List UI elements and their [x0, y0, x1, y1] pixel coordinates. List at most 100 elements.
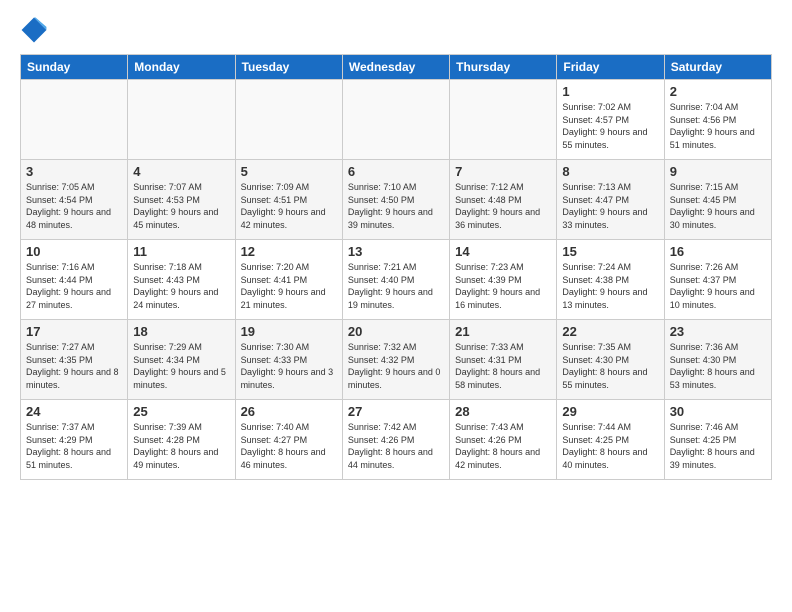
day-number: 27: [348, 404, 444, 419]
day-header-tuesday: Tuesday: [235, 55, 342, 80]
day-info: Sunrise: 7:21 AM Sunset: 4:40 PM Dayligh…: [348, 261, 444, 311]
day-number: 10: [26, 244, 122, 259]
calendar-cell: 7 Sunrise: 7:12 AM Sunset: 4:48 PM Daylig…: [450, 160, 557, 240]
day-number: 17: [26, 324, 122, 339]
calendar-cell: 16 Sunrise: 7:26 AM Sunset: 4:37 PM Dayli…: [664, 240, 771, 320]
calendar-cell: [235, 80, 342, 160]
day-number: 26: [241, 404, 337, 419]
day-header-sunday: Sunday: [21, 55, 128, 80]
day-header-thursday: Thursday: [450, 55, 557, 80]
day-info: Sunrise: 7:42 AM Sunset: 4:26 PM Dayligh…: [348, 421, 444, 471]
day-info: Sunrise: 7:32 AM Sunset: 4:32 PM Dayligh…: [348, 341, 444, 391]
day-number: 12: [241, 244, 337, 259]
day-number: 8: [562, 164, 658, 179]
day-info: Sunrise: 7:37 AM Sunset: 4:29 PM Dayligh…: [26, 421, 122, 471]
day-info: Sunrise: 7:39 AM Sunset: 4:28 PM Dayligh…: [133, 421, 229, 471]
day-info: Sunrise: 7:04 AM Sunset: 4:56 PM Dayligh…: [670, 101, 766, 151]
day-info: Sunrise: 7:35 AM Sunset: 4:30 PM Dayligh…: [562, 341, 658, 391]
day-info: Sunrise: 7:05 AM Sunset: 4:54 PM Dayligh…: [26, 181, 122, 231]
calendar-cell: 10 Sunrise: 7:16 AM Sunset: 4:44 PM Dayli…: [21, 240, 128, 320]
calendar-cell: 4Sunrise: 7:07 AM Sunset: 4:53 PM Daylig…: [128, 160, 235, 240]
calendar-cell: 8 Sunrise: 7:13 AM Sunset: 4:47 PM Daylig…: [557, 160, 664, 240]
calendar-table: SundayMondayTuesdayWednesdayThursdayFrid…: [20, 54, 772, 480]
day-info: Sunrise: 7:23 AM Sunset: 4:39 PM Dayligh…: [455, 261, 551, 311]
calendar-cell: 21Sunrise: 7:33 AM Sunset: 4:31 PM Dayli…: [450, 320, 557, 400]
day-number: 13: [348, 244, 444, 259]
day-info: Sunrise: 7:26 AM Sunset: 4:37 PM Dayligh…: [670, 261, 766, 311]
calendar-cell: 23 Sunrise: 7:36 AM Sunset: 4:30 PM Dayli…: [664, 320, 771, 400]
calendar-cell: 1 Sunrise: 7:02 AM Sunset: 4:57 PM Daylig…: [557, 80, 664, 160]
calendar-cell: 18 Sunrise: 7:29 AM Sunset: 4:34 PM Dayli…: [128, 320, 235, 400]
day-number: 23: [670, 324, 766, 339]
calendar-cell: 20Sunrise: 7:32 AM Sunset: 4:32 PM Dayli…: [342, 320, 449, 400]
day-number: 28: [455, 404, 551, 419]
day-number: 5: [241, 164, 337, 179]
day-info: Sunrise: 7:27 AM Sunset: 4:35 PM Dayligh…: [26, 341, 122, 391]
day-number: 19: [241, 324, 337, 339]
calendar-cell: 9Sunrise: 7:15 AM Sunset: 4:45 PM Daylig…: [664, 160, 771, 240]
calendar-cell: 13 Sunrise: 7:21 AM Sunset: 4:40 PM Dayli…: [342, 240, 449, 320]
day-info: Sunrise: 7:20 AM Sunset: 4:41 PM Dayligh…: [241, 261, 337, 311]
week-row-1: 1 Sunrise: 7:02 AM Sunset: 4:57 PM Daylig…: [21, 80, 772, 160]
day-number: 7: [455, 164, 551, 179]
day-number: 14: [455, 244, 551, 259]
day-info: Sunrise: 7:09 AM Sunset: 4:51 PM Dayligh…: [241, 181, 337, 231]
week-row-4: 17 Sunrise: 7:27 AM Sunset: 4:35 PM Dayli…: [21, 320, 772, 400]
day-info: Sunrise: 7:40 AM Sunset: 4:27 PM Dayligh…: [241, 421, 337, 471]
day-number: 22: [562, 324, 658, 339]
day-number: 6: [348, 164, 444, 179]
day-info: Sunrise: 7:29 AM Sunset: 4:34 PM Dayligh…: [133, 341, 229, 391]
week-row-5: 24 Sunrise: 7:37 AM Sunset: 4:29 PM Dayli…: [21, 400, 772, 480]
header: [20, 16, 772, 44]
day-number: 16: [670, 244, 766, 259]
day-number: 1: [562, 84, 658, 99]
calendar-cell: 11 Sunrise: 7:18 AM Sunset: 4:43 PM Dayli…: [128, 240, 235, 320]
calendar-cell: 15Sunrise: 7:24 AM Sunset: 4:38 PM Dayli…: [557, 240, 664, 320]
calendar-cell: 28 Sunrise: 7:43 AM Sunset: 4:26 PM Dayli…: [450, 400, 557, 480]
day-info: Sunrise: 7:30 AM Sunset: 4:33 PM Dayligh…: [241, 341, 337, 391]
week-row-2: 3 Sunrise: 7:05 AM Sunset: 4:54 PM Daylig…: [21, 160, 772, 240]
calendar-cell: 26 Sunrise: 7:40 AM Sunset: 4:27 PM Dayli…: [235, 400, 342, 480]
day-number: 3: [26, 164, 122, 179]
day-info: Sunrise: 7:13 AM Sunset: 4:47 PM Dayligh…: [562, 181, 658, 231]
day-number: 11: [133, 244, 229, 259]
day-info: Sunrise: 7:15 AM Sunset: 4:45 PM Dayligh…: [670, 181, 766, 231]
day-number: 18: [133, 324, 229, 339]
day-header-wednesday: Wednesday: [342, 55, 449, 80]
calendar-cell: 27 Sunrise: 7:42 AM Sunset: 4:26 PM Dayli…: [342, 400, 449, 480]
calendar-cell: 29 Sunrise: 7:44 AM Sunset: 4:25 PM Dayli…: [557, 400, 664, 480]
calendar-cell: 17 Sunrise: 7:27 AM Sunset: 4:35 PM Dayli…: [21, 320, 128, 400]
day-info: Sunrise: 7:33 AM Sunset: 4:31 PM Dayligh…: [455, 341, 551, 391]
day-info: Sunrise: 7:02 AM Sunset: 4:57 PM Dayligh…: [562, 101, 658, 151]
calendar-cell: 5 Sunrise: 7:09 AM Sunset: 4:51 PM Daylig…: [235, 160, 342, 240]
calendar-cell: 12 Sunrise: 7:20 AM Sunset: 4:41 PM Dayli…: [235, 240, 342, 320]
calendar-cell: [128, 80, 235, 160]
calendar-cell: [21, 80, 128, 160]
calendar-cell: 25 Sunrise: 7:39 AM Sunset: 4:28 PM Dayli…: [128, 400, 235, 480]
day-info: Sunrise: 7:44 AM Sunset: 4:25 PM Dayligh…: [562, 421, 658, 471]
day-info: Sunrise: 7:43 AM Sunset: 4:26 PM Dayligh…: [455, 421, 551, 471]
week-row-3: 10 Sunrise: 7:16 AM Sunset: 4:44 PM Dayli…: [21, 240, 772, 320]
day-header-friday: Friday: [557, 55, 664, 80]
day-info: Sunrise: 7:24 AM Sunset: 4:38 PM Dayligh…: [562, 261, 658, 311]
day-info: Sunrise: 7:16 AM Sunset: 4:44 PM Dayligh…: [26, 261, 122, 311]
calendar-header-row: SundayMondayTuesdayWednesdayThursdayFrid…: [21, 55, 772, 80]
calendar-cell: [450, 80, 557, 160]
calendar-cell: [342, 80, 449, 160]
day-info: Sunrise: 7:07 AM Sunset: 4:53 PM Dayligh…: [133, 181, 229, 231]
day-number: 30: [670, 404, 766, 419]
calendar-cell: 2 Sunrise: 7:04 AM Sunset: 4:56 PM Daylig…: [664, 80, 771, 160]
day-info: Sunrise: 7:10 AM Sunset: 4:50 PM Dayligh…: [348, 181, 444, 231]
calendar-cell: 30 Sunrise: 7:46 AM Sunset: 4:25 PM Dayli…: [664, 400, 771, 480]
day-number: 24: [26, 404, 122, 419]
calendar-cell: 6 Sunrise: 7:10 AM Sunset: 4:50 PM Daylig…: [342, 160, 449, 240]
day-number: 25: [133, 404, 229, 419]
calendar-cell: 3 Sunrise: 7:05 AM Sunset: 4:54 PM Daylig…: [21, 160, 128, 240]
day-info: Sunrise: 7:36 AM Sunset: 4:30 PM Dayligh…: [670, 341, 766, 391]
day-info: Sunrise: 7:12 AM Sunset: 4:48 PM Dayligh…: [455, 181, 551, 231]
day-number: 2: [670, 84, 766, 99]
day-info: Sunrise: 7:18 AM Sunset: 4:43 PM Dayligh…: [133, 261, 229, 311]
day-info: Sunrise: 7:46 AM Sunset: 4:25 PM Dayligh…: [670, 421, 766, 471]
day-number: 29: [562, 404, 658, 419]
logo: [20, 16, 52, 44]
